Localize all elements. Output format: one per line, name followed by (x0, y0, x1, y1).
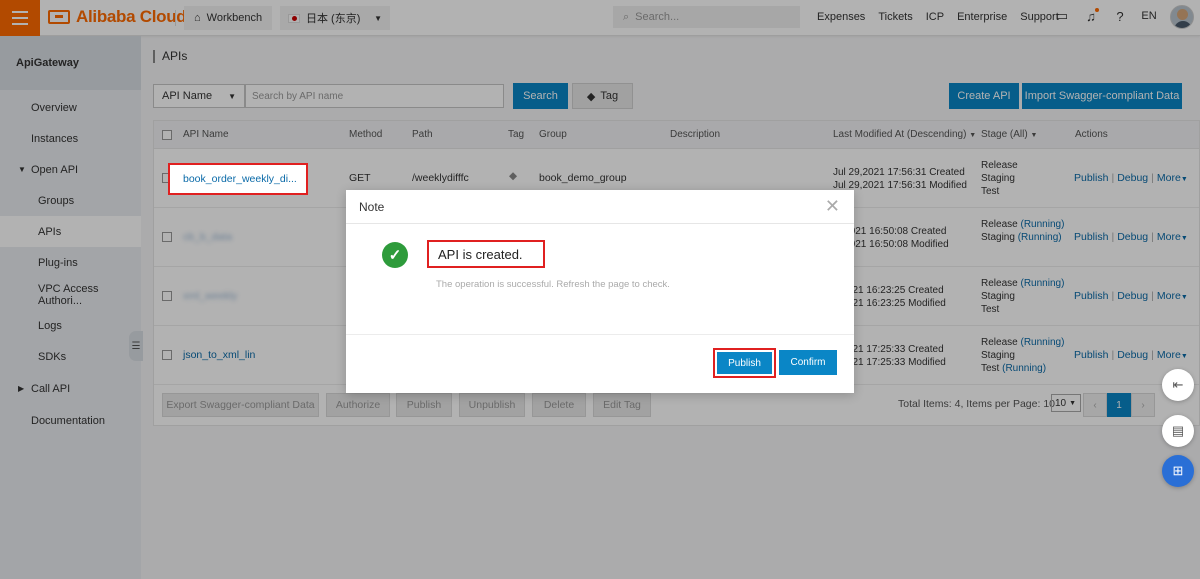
dialog-footer (346, 334, 854, 393)
dialog-header: Note ✕ (346, 190, 854, 224)
dialog-title: Note (359, 199, 385, 214)
note-dialog: Note ✕ ✓ API is created. The operation i… (346, 190, 854, 393)
apps-grid-icon[interactable]: ⊞ (1162, 455, 1194, 487)
success-check-icon: ✓ (382, 242, 408, 268)
close-icon[interactable]: ✕ (825, 197, 840, 215)
chat-icon[interactable]: ▤ (1162, 415, 1194, 447)
highlight-publish: Publish (713, 348, 776, 378)
api-name-link[interactable]: book_order_weekly_di... (183, 173, 297, 185)
feedback-icon[interactable]: ⇤ (1162, 369, 1194, 401)
publish-button[interactable]: Publish (717, 352, 772, 374)
dialog-message: API is created. (427, 240, 545, 268)
highlight-api-name: book_order_weekly_di... (168, 163, 308, 195)
confirm-button[interactable]: Confirm (779, 350, 837, 375)
dialog-submessage: The operation is successful. Refresh the… (436, 279, 670, 290)
